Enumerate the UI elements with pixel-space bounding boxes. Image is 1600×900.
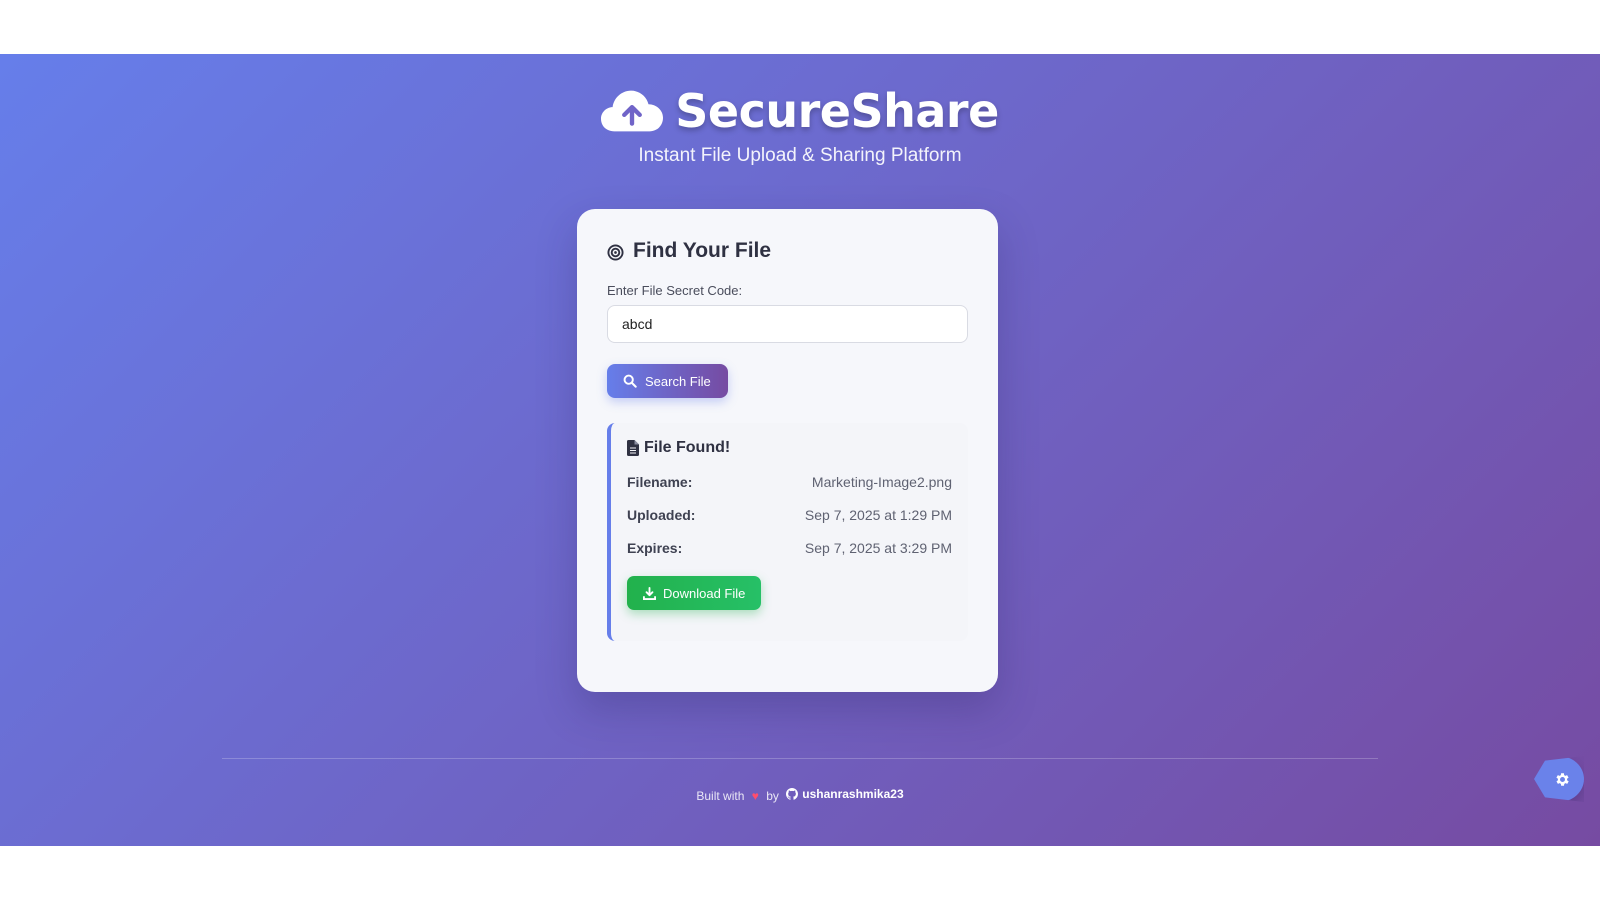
gear-icon <box>1548 771 1571 788</box>
download-file-button[interactable]: Download File <box>627 576 762 610</box>
file-info-row-uploaded: Uploaded: Sep 7, 2025 at 1:29 PM <box>627 507 952 523</box>
app-background: SecureShare Instant File Upload & Sharin… <box>0 54 1600 846</box>
app-title: SecureShare <box>675 84 999 138</box>
file-info-row-expires: Expires: Sep 7, 2025 at 3:29 PM <box>627 540 952 556</box>
file-result-panel: File Found! Filename: Marketing-Image2.p… <box>607 423 968 641</box>
find-file-card: Find Your File Enter File Secret Code: S… <box>577 209 998 692</box>
header: SecureShare Instant File Upload & Sharin… <box>0 84 1600 167</box>
download-button-label: Download File <box>663 585 746 601</box>
brand: SecureShare <box>601 84 999 138</box>
author-name: ushanrashmika23 <box>802 787 904 801</box>
footer-prefix: Built with <box>696 789 745 803</box>
filename-label: Filename: <box>627 474 693 490</box>
search-icon <box>623 374 637 388</box>
uploaded-label: Uploaded: <box>627 507 696 523</box>
heart-icon: ♥ <box>751 789 759 803</box>
search-button-label: Search File <box>645 373 711 389</box>
author-github-link[interactable]: ushanrashmika23 <box>786 787 904 801</box>
footer-by: by <box>766 789 779 803</box>
cloud-upload-icon <box>601 88 664 134</box>
result-title-text: File Found! <box>644 439 731 456</box>
expires-value: Sep 7, 2025 at 3:29 PM <box>804 540 952 556</box>
uploaded-value: Sep 7, 2025 at 1:29 PM <box>804 507 952 523</box>
target-icon <box>607 243 624 261</box>
file-info-row-filename: Filename: Marketing-Image2.png <box>627 474 952 490</box>
card-title-text: Find Your File <box>633 239 772 262</box>
secret-code-label: Enter File Secret Code: <box>607 283 743 298</box>
download-icon <box>643 586 656 600</box>
footer-divider <box>222 758 1378 759</box>
github-icon <box>786 788 799 800</box>
tagline: Instant File Upload & Sharing Platform <box>638 145 962 166</box>
filename-value: Marketing-Image2.png <box>811 474 952 490</box>
result-title: File Found! <box>627 439 952 457</box>
secret-code-input[interactable] <box>607 305 968 343</box>
expires-label: Expires: <box>627 540 683 556</box>
footer: Built with ♥ by ushanrashmika23 <box>0 787 1600 803</box>
search-file-button[interactable]: Search File <box>607 364 728 398</box>
document-icon <box>627 440 639 456</box>
card-title: Find Your File <box>607 239 968 263</box>
